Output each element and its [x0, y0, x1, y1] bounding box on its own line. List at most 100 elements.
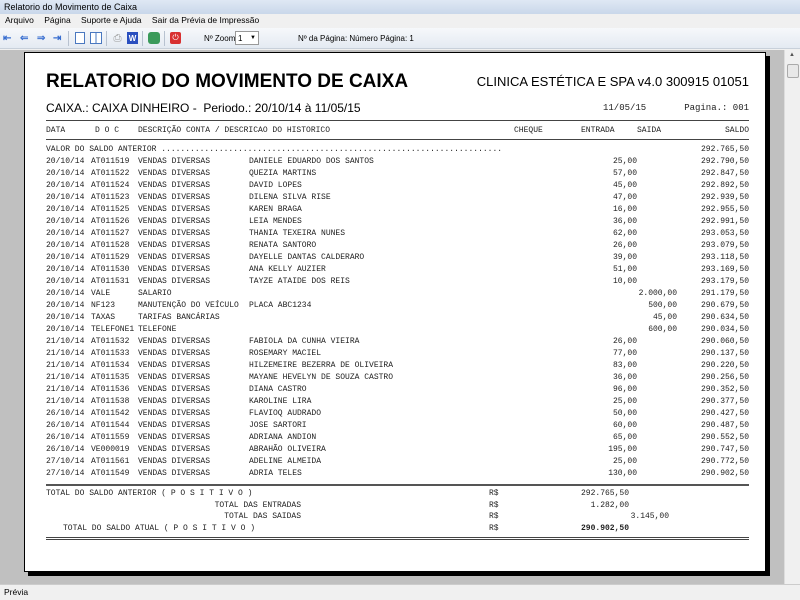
row-date: 20/10/14	[46, 277, 85, 286]
currency: R$	[489, 501, 499, 510]
zoom-label: Nº Zoom	[204, 33, 236, 43]
row-date: 27/10/14	[46, 457, 85, 466]
zoom-value: 1	[238, 33, 243, 43]
close-preview-icon[interactable]: ⏻	[170, 32, 181, 44]
page-number: Pagina.: 001	[684, 103, 749, 113]
row-date: 21/10/14	[46, 385, 85, 394]
row-entrada: 26,00	[612, 241, 637, 250]
row-saldo: 292.847,50	[700, 169, 749, 178]
row-conta: VENDAS DIVERSAS	[138, 469, 211, 478]
currency: R$	[489, 524, 499, 533]
scroll-up-icon[interactable]: ▲	[789, 52, 795, 58]
row-historico: DAVID LOPES	[249, 181, 302, 190]
row-entrada: 47,00	[612, 193, 637, 202]
two-pages-icon[interactable]	[90, 32, 102, 44]
row-doc: AT011561	[91, 457, 130, 466]
row-doc: VE000019	[91, 445, 130, 454]
row-saldo: 290.427,50	[700, 409, 749, 418]
email-export-icon[interactable]	[148, 32, 160, 44]
row-saldo: 292.892,50	[700, 181, 749, 190]
row-historico: RENATA SANTORO	[249, 241, 317, 250]
row-historico: HILZEMEIRE BEZERRA DE OLIVEIRA	[249, 361, 394, 370]
scrollbar-thumb[interactable]	[787, 64, 799, 78]
print-icon[interactable]: ⎙	[112, 32, 123, 44]
row-conta: VENDAS DIVERSAS	[138, 181, 211, 190]
single-page-icon[interactable]	[75, 32, 85, 44]
row-date: 27/10/14	[46, 469, 85, 478]
row-historico: FABIOLA DA CUNHA VIEIRA	[249, 337, 360, 346]
row-date: 20/10/14	[46, 205, 85, 214]
total-current-value: 290.902,50	[580, 524, 629, 533]
word-export-icon[interactable]: W	[127, 32, 138, 44]
row-historico: DILENA SILVA RISE	[249, 193, 331, 202]
row-historico: ANA KELLY AUZIER	[249, 265, 326, 274]
row-date: 20/10/14	[46, 241, 85, 250]
row-date: 20/10/14	[46, 169, 85, 178]
row-entrada: 65,00	[612, 433, 637, 442]
row-saldo: 290.772,50	[700, 457, 749, 466]
row-doc: AT011525	[91, 205, 130, 214]
header-descricao: DESCRIÇÃO CONTA / DESCRICAO DO HISTORICO	[138, 126, 331, 135]
report-date: 11/05/15	[603, 103, 647, 113]
row-entrada: 83,00	[612, 361, 637, 370]
row-saldo: 290.552,50	[700, 433, 749, 442]
row-doc: AT011559	[91, 433, 130, 442]
row-doc: AT011526	[91, 217, 130, 226]
currency: R$	[489, 512, 499, 521]
row-conta: TELEFONE	[138, 325, 177, 334]
row-saldo: 290.137,50	[700, 349, 749, 358]
row-conta: VENDAS DIVERSAS	[138, 349, 211, 358]
last-page-icon[interactable]: ⇥	[53, 32, 61, 44]
vertical-scrollbar[interactable]: ▲	[784, 50, 800, 584]
row-conta: VENDAS DIVERSAS	[138, 421, 211, 430]
menu-sair-previa[interactable]: Sair da Prévia de Impressão	[152, 15, 259, 25]
row-conta: VENDAS DIVERSAS	[138, 337, 211, 346]
row-entrada: 36,00	[612, 373, 637, 382]
page-indicator: Nº da Página: Número Página: 1	[298, 33, 414, 43]
row-historico: LEIA MENDES	[249, 217, 302, 226]
row-conta: VENDAS DIVERSAS	[138, 157, 211, 166]
header-doc: D O C	[95, 126, 120, 135]
toolbar: ⇤ ⇐ ⇒ ⇥ ⎙ W ⏻ Nº Zoom 1 ▼ Nº da Página: N…	[0, 28, 800, 49]
row-saldo: 293.169,50	[700, 265, 749, 274]
row-historico: ADRIA TELES	[249, 469, 302, 478]
row-historico: KAREN BRAGA	[249, 205, 302, 214]
row-saldo: 293.118,50	[700, 253, 749, 262]
row-doc: AT011538	[91, 397, 130, 406]
row-date: 26/10/14	[46, 445, 85, 454]
header-entrada: ENTRADA	[581, 126, 615, 135]
row-entrada: 57,00	[612, 169, 637, 178]
row-conta: VENDAS DIVERSAS	[138, 277, 211, 286]
company-name: CLINICA ESTÉTICA E SPA v4.0 300915 01051	[476, 74, 749, 89]
previous-page-icon[interactable]: ⇐	[20, 32, 28, 44]
row-doc: TAXAS	[91, 313, 116, 322]
row-date: 20/10/14	[46, 301, 85, 310]
row-date: 21/10/14	[46, 373, 85, 382]
total-prev-label: TOTAL DO SALDO ANTERIOR ( P O S I T I V …	[46, 489, 253, 498]
total-prev-value: 292.765,50	[580, 489, 629, 498]
row-doc: AT011542	[91, 409, 130, 418]
row-entrada: 45,00	[612, 181, 637, 190]
row-entrada: 10,00	[612, 277, 637, 286]
row-date: 21/10/14	[46, 397, 85, 406]
zoom-select[interactable]: 1 ▼	[235, 31, 259, 45]
row-conta: VENDAS DIVERSAS	[138, 253, 211, 262]
row-doc: AT011549	[91, 469, 130, 478]
row-conta: VENDAS DIVERSAS	[138, 409, 211, 418]
menu-arquivo[interactable]: Arquivo	[5, 15, 34, 25]
row-saldo: 290.377,50	[700, 397, 749, 406]
menu-pagina[interactable]: Página	[44, 15, 70, 25]
row-doc: AT011534	[91, 361, 130, 370]
row-date: 20/10/14	[46, 253, 85, 262]
row-conta: VENDAS DIVERSAS	[138, 457, 211, 466]
row-entrada: 25,00	[612, 397, 637, 406]
row-saida: 2.000,00	[638, 289, 677, 298]
menu-suporte[interactable]: Suporte e Ajuda	[81, 15, 142, 25]
row-doc: AT011536	[91, 385, 130, 394]
row-saldo: 290.220,50	[700, 361, 749, 370]
row-doc: AT011535	[91, 373, 130, 382]
row-saldo: 292.939,50	[700, 193, 749, 202]
first-page-icon[interactable]: ⇤	[3, 32, 11, 44]
next-page-icon[interactable]: ⇒	[37, 32, 45, 44]
row-conta: TARIFAS BANCÁRIAS	[138, 313, 220, 322]
